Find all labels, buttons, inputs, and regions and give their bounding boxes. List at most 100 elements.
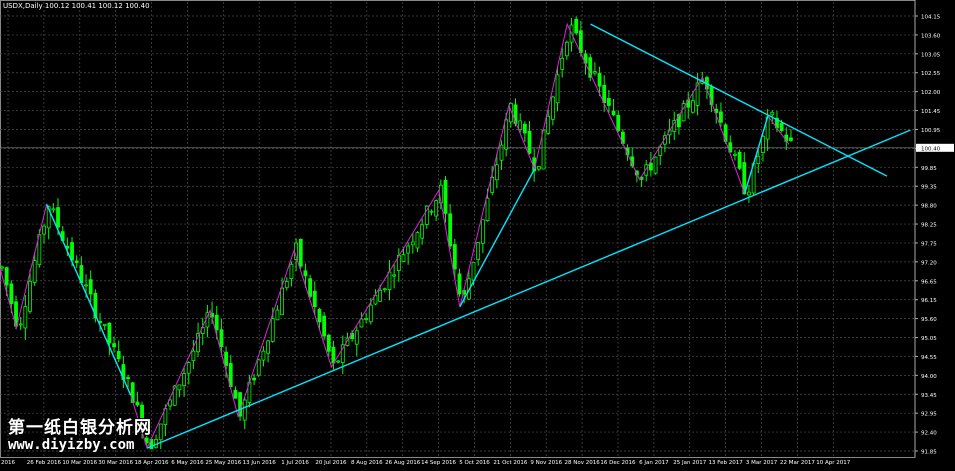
- x-tick-label: 14 Sep 2016: [421, 460, 456, 466]
- candle-body: [476, 242, 481, 260]
- candle-body: [275, 309, 280, 321]
- candle-body: [770, 111, 775, 116]
- candle-body: [789, 137, 793, 141]
- candle-body: [331, 346, 336, 364]
- candle-body: [191, 350, 196, 362]
- y-tick-label: 97.75: [921, 241, 937, 247]
- candle-body: [616, 114, 621, 131]
- candle-body: [42, 225, 46, 235]
- candle-body: [289, 263, 294, 280]
- candle-body: [527, 130, 532, 154]
- candle-body: [779, 123, 784, 132]
- candle-body: [410, 241, 415, 246]
- candle-body: [252, 377, 256, 381]
- x-tick-label: 2016: [1, 460, 15, 466]
- y-tick-label: 91.85: [921, 450, 937, 456]
- candle-body: [434, 200, 439, 217]
- candle-body: [429, 210, 434, 213]
- candle-body: [107, 322, 112, 344]
- candle-body: [280, 287, 285, 316]
- candle-body: [182, 373, 186, 387]
- x-tick-label: 13 Jun 2016: [243, 460, 277, 466]
- y-tick-label: 95.05: [921, 336, 937, 342]
- x-tick-label: 21 Oct 2016: [493, 460, 528, 466]
- current-price-marker: 100.40: [0, 143, 954, 152]
- candle-body: [312, 290, 317, 308]
- y-tick-label: 100.95: [921, 128, 941, 134]
- price-chart[interactable]: 104.15 103.60 103.05 102.55 102.00 101.45 100.…: [0, 0, 955, 467]
- candle-body: [112, 343, 116, 348]
- candle-body: [214, 314, 219, 331]
- zigzag-series: [0, 22, 790, 450]
- candle-body: [536, 166, 541, 170]
- y-tick-label: 99.85: [921, 166, 937, 172]
- candle-body: [606, 98, 611, 106]
- y-tick-label: 98.80: [921, 204, 937, 210]
- candle-body: [401, 254, 406, 262]
- candle-body: [9, 283, 14, 305]
- x-tick-label: 9 Nov 2016: [530, 460, 562, 466]
- candle-body: [224, 351, 228, 366]
- y-tick-label: 94.00: [921, 374, 937, 380]
- candle-body: [555, 74, 560, 104]
- trendline: [146, 129, 911, 449]
- candle-body: [266, 340, 270, 354]
- candle-body: [378, 289, 383, 302]
- candle-body: [23, 306, 28, 329]
- candle-body: [126, 377, 130, 380]
- x-tick-label: 30 Mar 2016: [98, 460, 133, 466]
- candle-body: [471, 261, 476, 281]
- zigzag-line: [0, 22, 790, 450]
- trendline: [459, 168, 536, 308]
- candle-body: [28, 280, 32, 312]
- candle-body: [443, 179, 448, 214]
- x-tick-label: 26 Aug 2016: [385, 460, 421, 466]
- candle-body: [564, 41, 569, 57]
- candle-body: [186, 362, 191, 374]
- current-price-label: 100.40: [921, 146, 941, 152]
- candle-body: [546, 115, 551, 134]
- y-tick-label: 97.20: [921, 260, 937, 266]
- y-tick-label: 104.15: [921, 15, 941, 21]
- candle-body: [303, 270, 308, 277]
- candle-body: [452, 244, 457, 270]
- price-axis: 104.15 103.60 103.05 102.55 102.00 101.45 100.…: [914, 0, 941, 457]
- x-tick-label: 13 Feb 2017: [709, 460, 744, 466]
- candle-body: [406, 245, 411, 254]
- candle-body: [649, 162, 653, 171]
- candle-body: [317, 309, 322, 323]
- candle-body: [261, 350, 266, 361]
- y-tick-label: 95.60: [921, 317, 937, 323]
- candle-body: [270, 318, 275, 342]
- candle-body: [592, 71, 597, 74]
- candle-body: [518, 120, 523, 131]
- x-tick-label: 22 Mar 2017: [780, 460, 815, 466]
- candle-body: [322, 315, 327, 337]
- x-tick-label: 6 May 2016: [171, 460, 204, 466]
- candle-body: [719, 111, 723, 123]
- y-tick-label: 96.65: [921, 279, 937, 285]
- candle-body: [560, 57, 565, 70]
- candle-body: [504, 119, 509, 150]
- chart-canvas[interactable]: 104.15 103.60 103.05 102.55 102.00 101.45 100.…: [0, 0, 955, 467]
- candle-body: [368, 304, 373, 323]
- candle-body: [602, 84, 607, 104]
- candle-body: [574, 18, 579, 34]
- candle-body: [761, 135, 765, 153]
- candle-body: [0, 266, 4, 269]
- y-tick-label: 94.55: [921, 355, 937, 361]
- y-tick-label: 92.95: [921, 412, 937, 418]
- candle-body: [336, 360, 341, 363]
- candle-body: [653, 156, 658, 174]
- candle-body: [354, 330, 359, 345]
- candle-body: [382, 288, 387, 291]
- y-tick-label: 102.55: [921, 71, 941, 77]
- candle-body: [611, 110, 616, 116]
- candle-body: [88, 279, 93, 295]
- candle-body: [56, 207, 60, 228]
- candle-body: [485, 197, 490, 221]
- symbol-header: USDX,Daily 100.12 100.41 100.12 100.40: [3, 2, 150, 10]
- candle-body: [233, 389, 238, 399]
- candle-body: [308, 278, 313, 297]
- x-tick-label: 8 Aug 2016: [351, 460, 383, 466]
